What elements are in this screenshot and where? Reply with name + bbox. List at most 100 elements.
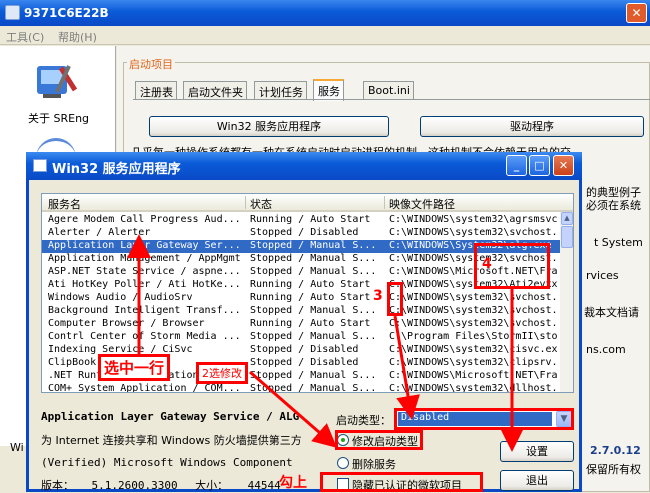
bg-text: rvices	[586, 269, 619, 282]
table-row[interactable]: Agere Modem Call Progress Aud... Running …	[42, 214, 562, 227]
dialog-close-icon[interactable]: ✕	[553, 155, 574, 176]
table-row[interactable]: Background Intelligent Transf... Stopped …	[42, 305, 562, 318]
outer-close-icon[interactable]: ✕	[626, 3, 647, 23]
cell-service-name: Application Layer Gateway Ser...	[48, 240, 241, 251]
bg-text: 必须在系统	[586, 199, 641, 212]
dialog-title: Win32 服务应用程序	[52, 162, 181, 177]
rights-text: 保留所有权	[586, 463, 641, 476]
bg-text: t System	[594, 236, 643, 249]
group-label: 启动项目	[127, 56, 175, 72]
delete-service-radio[interactable]	[337, 457, 349, 469]
cell-status: Stopped / Manual S...	[250, 331, 377, 342]
annotation-step-3: 3	[373, 288, 383, 304]
service-description: 为 Internet 连接共享和 Windows 防火墙提供第三方	[41, 434, 302, 447]
version-text: 2.7.0.12	[590, 444, 641, 457]
minimize-icon[interactable]: _	[506, 155, 527, 176]
annotation-choose-modify: 2选修改	[196, 362, 248, 384]
size-value: 44544	[247, 479, 281, 492]
start-type-label: 启动类型：	[336, 414, 391, 427]
tab-services[interactable]: 服务	[313, 79, 344, 101]
cell-service-name: Application Management / AppMgmt	[48, 253, 241, 264]
cell-status: Running / Auto Start	[250, 318, 371, 329]
service-company: (Verified) Microsoft Windows Component	[41, 456, 293, 469]
cell-service-name: Agere Modem Call Progress Aud...	[48, 214, 241, 225]
bg-text: Wi	[10, 441, 24, 454]
list-header: 服务名 状态 映像文件路径	[42, 194, 573, 212]
cell-image-path: C:\WINDOWS\system32\cisvc.ex	[389, 344, 558, 355]
outer-title-bar[interactable]: 9371C6E22B	[0, 0, 650, 26]
version-value: 5.1.2600.3300	[91, 479, 178, 492]
cell-status: Running / Auto Start	[250, 292, 371, 303]
drivers-button[interactable]: 驱动程序	[420, 116, 644, 137]
bg-text: 裁本文档请	[584, 306, 639, 319]
cell-service-name: Windows Audio / AudioSrv	[48, 292, 193, 303]
cell-status: Stopped / Manual S...	[250, 266, 377, 277]
cell-image-path: C:\WINDOWS\system32\svchost.	[389, 318, 558, 329]
version-label: 版本：	[41, 479, 74, 492]
tab-startup-folder[interactable]: 启动文件夹	[183, 81, 247, 100]
table-row[interactable]: Contrl Center of Storm Media ... Stopped …	[42, 331, 562, 344]
outer-window-title: 9371C6E22B	[24, 6, 109, 20]
about-label[interactable]: 关于 SREng	[28, 110, 89, 126]
table-row[interactable]: COM+ System Application / COM... Stopped …	[42, 383, 562, 393]
tools-icon[interactable]	[33, 60, 79, 102]
cell-service-name: Ati HotKey Poller / Ati HotKe...	[48, 279, 241, 290]
annotation-select-row: 选中一行	[98, 354, 171, 381]
delete-service-label[interactable]: 删除服务	[352, 456, 396, 472]
tab-boot-ini[interactable]: Boot.ini	[363, 81, 414, 100]
cell-image-path: C:\Program Files\StormII\sto	[389, 331, 558, 342]
cell-status: Stopped / Disabled	[250, 227, 359, 238]
cell-status: Stopped / Manual S...	[250, 253, 377, 264]
cell-status: Running / Auto Start	[250, 279, 371, 290]
column-service-name[interactable]: 服务名	[48, 196, 81, 212]
cell-image-path: C:\WINDOWS\system32\svchost.	[389, 227, 558, 238]
annotation-modify-box	[335, 430, 423, 450]
cell-image-path: C:\WINDOWS\system32\svchost.	[389, 305, 558, 316]
cell-service-name: Background Intelligent Transf...	[48, 305, 241, 316]
cell-image-path: C:\WINDOWS\system32\agrsmsvc	[389, 214, 558, 225]
table-row[interactable]: Windows Audio / AudioSrv Running / Auto S…	[42, 292, 562, 305]
cell-image-path: C:\WINDOWS\system32\clipsrv.	[389, 357, 558, 368]
settings-button[interactable]: 设置	[500, 441, 574, 462]
cell-service-name: Alerter / Alerter	[48, 227, 151, 238]
menu-bar: 工具(C) 帮助(H)	[0, 26, 650, 45]
dialog-icon	[33, 159, 47, 172]
annotation-check-it: 勾上	[279, 475, 307, 491]
column-image-path[interactable]: 映像文件路径	[389, 196, 455, 212]
scroll-thumb[interactable]	[561, 226, 573, 248]
exit-button[interactable]: 退出	[500, 470, 574, 491]
maximize-icon[interactable]: □	[529, 155, 550, 176]
annotation-checkbox-box	[320, 472, 483, 492]
cell-status: Stopped / Manual S...	[250, 383, 377, 393]
table-row[interactable]: Computer Browser / Browser Running / Auto…	[42, 318, 562, 331]
cell-image-path: C:\WINDOWS\system32\svchost.	[389, 292, 558, 303]
cell-service-name: Computer Browser / Browser	[48, 318, 205, 329]
cell-service-name: ASP.NET State Service / aspne...	[48, 266, 241, 277]
tab-scheduled-tasks[interactable]: 计划任务	[254, 81, 307, 100]
table-row[interactable]: Alerter / Alerter Stopped / Disabled C:\WI…	[42, 227, 562, 240]
column-separator[interactable]	[384, 196, 385, 209]
annotation-start-type-box	[394, 408, 574, 430]
app-icon	[5, 5, 20, 20]
cell-status: Running / Auto Start	[250, 214, 371, 225]
cell-image-path: C:\WINDOWS\Microsoft.NET\Fra	[389, 370, 558, 381]
tab-registry[interactable]: 注册表	[135, 81, 177, 100]
vertical-scrollbar[interactable]: ▲	[560, 212, 573, 392]
version-row: 版本： 5.1.2600.3300 大小： 44544	[41, 477, 281, 493]
scroll-up-icon[interactable]: ▲	[561, 212, 573, 225]
annotation-box-3	[387, 282, 403, 316]
selected-service-name: Application Layer Gateway Service / ALG	[41, 410, 300, 423]
cell-status: Stopped / Disabled	[250, 357, 359, 368]
tab-divider	[133, 99, 650, 100]
annotation-step-4: 4	[482, 256, 492, 272]
dialog-title-bar[interactable]: Win32 服务应用程序 _ □ ✕	[26, 152, 582, 180]
menu-help[interactable]: 帮助(H)	[58, 29, 97, 45]
cell-status: Stopped / Manual S...	[250, 370, 377, 381]
cell-service-name: Contrl Center of Storm Media ...	[48, 331, 241, 342]
cell-status: Stopped / Manual S...	[250, 240, 377, 251]
bg-text: ns.com	[586, 343, 626, 356]
column-separator[interactable]	[245, 196, 246, 209]
win32-services-button[interactable]: Win32 服务应用程序	[149, 116, 389, 137]
menu-tools[interactable]: 工具(C)	[6, 29, 44, 45]
column-status[interactable]: 状态	[250, 196, 272, 212]
